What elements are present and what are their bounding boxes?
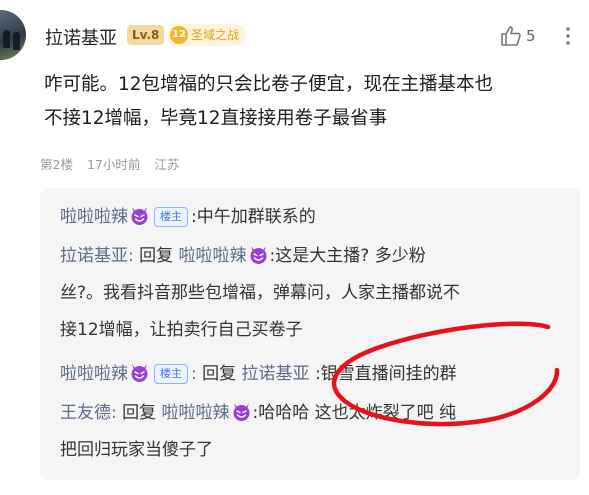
title-badge-label: 圣域之战 bbox=[191, 28, 240, 42]
post-line: 不接12增幅，毕竟12直接接用卷子最省事 bbox=[44, 108, 388, 129]
reply-item[interactable]: 啦啦啦辣 楼主: 回复 拉诺基亚 :银雪直播间挂的群 bbox=[60, 359, 565, 389]
username[interactable]: 拉诺基亚 bbox=[45, 24, 117, 50]
post-header: 拉诺基亚 Lv.8 12 圣域之战 5 bbox=[0, 10, 589, 60]
post-meta: 第2楼 17小时前 江苏 bbox=[40, 154, 189, 173]
devil-emoji-icon bbox=[129, 362, 150, 383]
post-location: 江苏 bbox=[154, 157, 180, 172]
reply-author[interactable]: 拉诺基亚 bbox=[60, 246, 128, 266]
devil-emoji-icon bbox=[129, 205, 150, 226]
op-badge: 楼主 bbox=[154, 207, 188, 227]
reply-word: 回复 bbox=[139, 246, 174, 266]
devil-emoji-icon bbox=[231, 401, 252, 422]
reply-item[interactable]: 啦啦啦辣 楼主:中午加群联系的 bbox=[60, 202, 565, 232]
reply-word: 回复 bbox=[122, 403, 157, 423]
floor-number: 第2楼 bbox=[40, 157, 73, 172]
level-badge: Lv.8 bbox=[127, 25, 165, 45]
devil-emoji-icon bbox=[248, 244, 269, 265]
title-badge-number: 12 bbox=[170, 26, 188, 44]
reply-word: 回复 bbox=[202, 364, 237, 384]
reply-text: :银雪直播间挂的群 bbox=[314, 364, 457, 384]
reply-text: :这是大主播? 多少粉 bbox=[269, 246, 426, 266]
reply-box: 啦啦啦辣 楼主:中午加群联系的 拉诺基亚: 回复 啦啦啦辣 :这是大主播? 多少… bbox=[40, 188, 580, 480]
reply-to-name[interactable]: 拉诺基亚 bbox=[242, 364, 310, 384]
reply-text: 丝?。我看抖音那些包增福，弹幕问，人家主播都说不 bbox=[60, 283, 461, 303]
post-content: 咋可能。12包增福的只会比卷子便宜，现在主播基本也 不接12增幅，毕竟12直接接… bbox=[44, 68, 574, 136]
reply-item[interactable]: 拉诺基亚: 回复 啦啦啦辣 :这是大主播? 多少粉 丝?。我看抖音那些包增福，弹… bbox=[60, 241, 565, 345]
reply-author[interactable]: 王友德 bbox=[60, 403, 111, 423]
more-button[interactable] bbox=[560, 24, 576, 48]
reply-item[interactable]: 王友德: 回复 啦啦啦辣 :哈哈哈 这也太炸裂了吧 纯 把回归玩家当傻子了 bbox=[60, 398, 565, 465]
title-badge: 12 圣域之战 bbox=[167, 24, 247, 46]
reply-text: 把回归玩家当傻子了 bbox=[60, 440, 213, 460]
reply-text: 接12增幅，让拍卖行自己买卷子 bbox=[60, 320, 303, 340]
more-vertical-icon bbox=[566, 27, 570, 45]
thumbs-up-icon bbox=[501, 26, 521, 46]
like-count: 5 bbox=[526, 27, 536, 45]
reply-text: :哈哈哈 这也太炸裂了吧 纯 bbox=[252, 403, 457, 423]
avatar[interactable] bbox=[0, 10, 26, 60]
post-line: 咋可能。12包增福的只会比卷子便宜，现在主播基本也 bbox=[44, 74, 494, 95]
reply-to-name[interactable]: 啦啦啦辣 bbox=[179, 246, 247, 266]
reply-to-name[interactable]: 啦啦啦辣 bbox=[162, 403, 230, 423]
reply-author[interactable]: 啦啦啦辣 bbox=[60, 364, 128, 384]
reply-author[interactable]: 啦啦啦辣 bbox=[60, 207, 128, 227]
like-button[interactable]: 5 bbox=[499, 24, 541, 48]
reply-text: :中午加群联系的 bbox=[191, 207, 316, 227]
op-badge: 楼主 bbox=[154, 364, 188, 384]
post-time: 17小时前 bbox=[86, 157, 141, 172]
